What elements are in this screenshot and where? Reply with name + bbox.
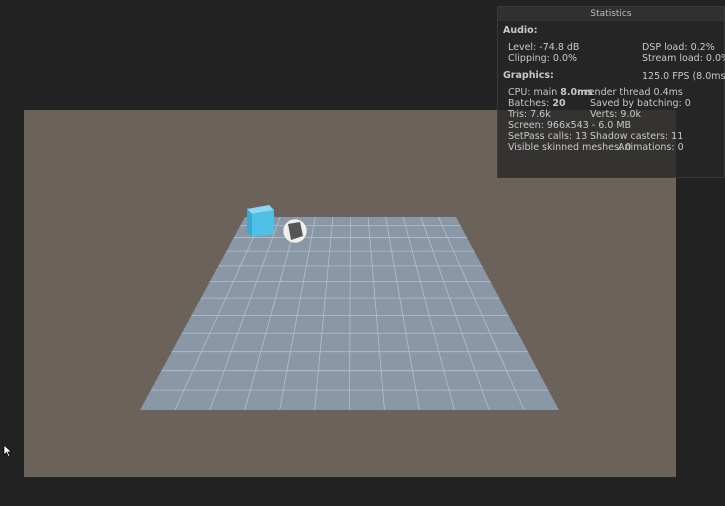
mouse-cursor-icon — [3, 444, 13, 458]
render-thread: render thread 0.4ms — [585, 87, 683, 98]
cube — [247, 205, 274, 237]
statistics-panel: Statistics Audio: Level: -74.8 dB Clippi… — [497, 6, 725, 178]
screen: Screen: 966x543 - 6.0 MB — [508, 120, 632, 131]
statistics-title: Statistics — [498, 7, 724, 21]
graphics-header: Graphics: — [503, 70, 554, 81]
dsp-load: DSP load: 0.2% — [642, 42, 715, 53]
animations: Animations: 0 — [618, 142, 684, 153]
shadow-casters: Shadow casters: 11 — [590, 131, 684, 142]
fps: 125.0 FPS (8.0ms) — [642, 71, 725, 82]
cpu-main: CPU: main 8.0ms — [508, 87, 593, 98]
setpass-calls: SetPass calls: 13 — [508, 131, 588, 142]
tris: Tris: 7.6k — [508, 109, 551, 120]
visible-skinned-meshes: Visible skinned meshes: 0 — [508, 142, 632, 153]
audio-clipping: Clipping: 0.0% — [508, 53, 578, 64]
saved-by-batching: Saved by batching: 0 — [590, 98, 691, 109]
batches: Batches: 20 — [508, 98, 566, 109]
audio-header: Audio: — [503, 25, 538, 36]
stream-load: Stream load: 0.0% — [642, 53, 725, 64]
audio-level: Level: -74.8 dB — [508, 42, 580, 53]
verts: Verts: 9.0k — [590, 109, 642, 120]
sphere — [282, 218, 308, 244]
